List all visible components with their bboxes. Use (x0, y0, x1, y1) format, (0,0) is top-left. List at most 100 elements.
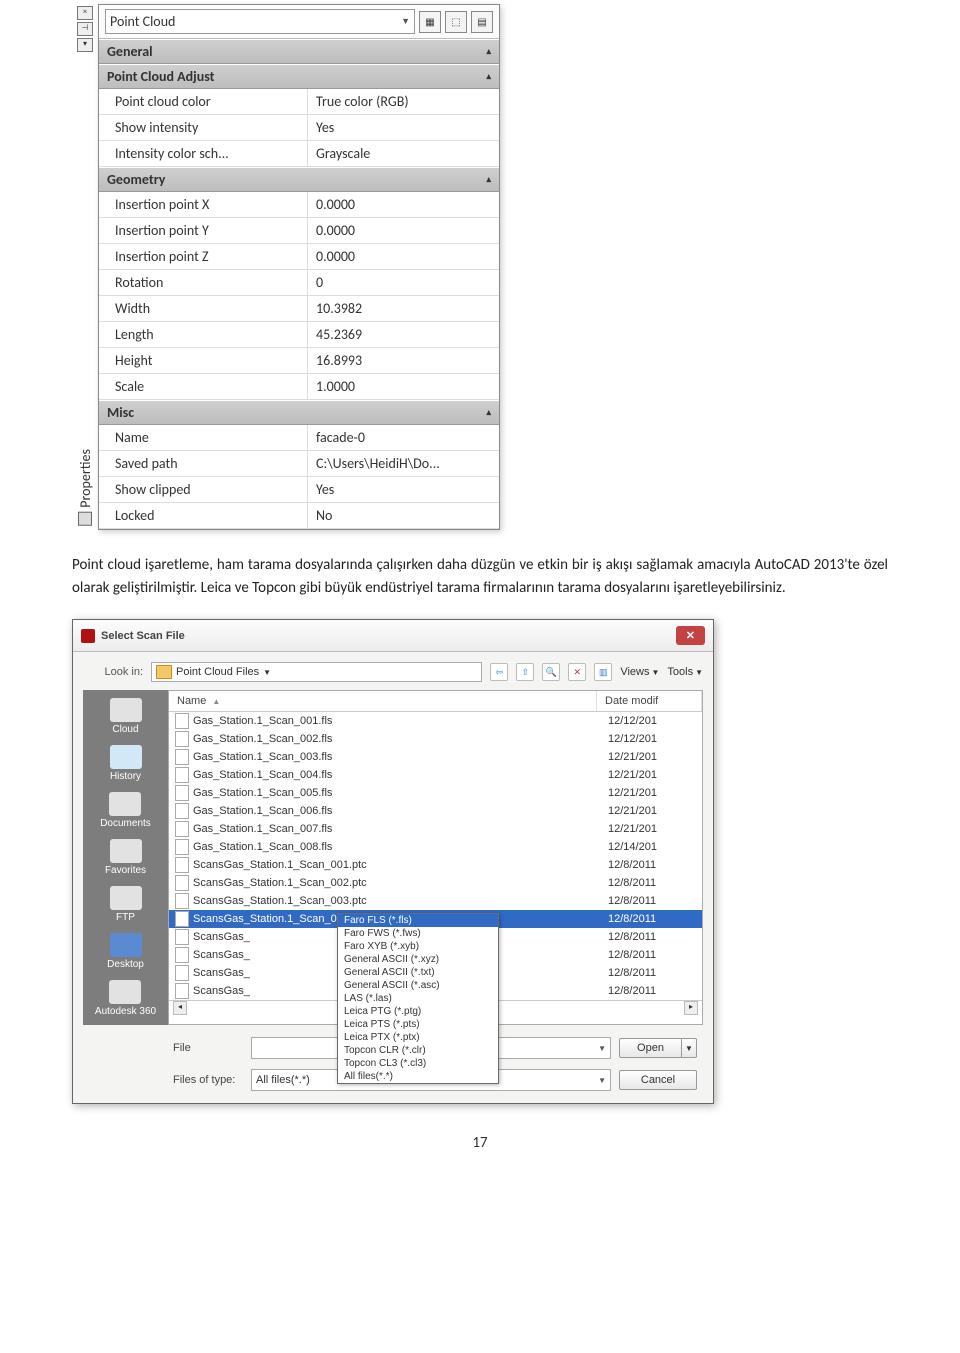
file-row[interactable]: ScansGas_Station.1_Scan_003.ptc12/8/2011 (169, 892, 702, 910)
section-header[interactable]: General▴ (99, 39, 499, 64)
file-row[interactable]: Gas_Station.1_Scan_001.fls12/12/201 (169, 712, 702, 730)
file-row[interactable]: Gas_Station.1_Scan_006.fls12/21/201 (169, 802, 702, 820)
file-row[interactable]: Gas_Station.1_Scan_007.fls12/21/201 (169, 820, 702, 838)
property-row[interactable]: Width10.3982 (99, 296, 499, 322)
places-item[interactable]: Documents (100, 792, 151, 829)
property-value[interactable]: Yes (307, 115, 499, 140)
file-type-option[interactable]: All files(*.*) (338, 1070, 498, 1083)
file-row[interactable]: Gas_Station.1_Scan_004.fls12/21/201 (169, 766, 702, 784)
file-row[interactable]: ScansGas_Station.1_Scan_001.ptc12/8/2011 (169, 856, 702, 874)
cancel-button[interactable]: Cancel (619, 1070, 697, 1090)
file-date: 12/8/2011 (608, 931, 696, 943)
property-value[interactable]: 16.8993 (307, 348, 499, 373)
property-value[interactable]: 10.3982 (307, 296, 499, 321)
col-date[interactable]: Date modif (605, 695, 658, 707)
close-button[interactable]: ✕ (676, 626, 705, 645)
property-value[interactable]: C:\Users\HeidiH\Do... (307, 451, 499, 476)
places-item[interactable]: FTP (110, 886, 142, 923)
place-label: Documents (100, 818, 151, 829)
new-folder-icon[interactable]: ▥ (594, 663, 612, 681)
tools-menu[interactable]: Tools▼ (667, 666, 703, 678)
property-row[interactable]: Saved pathC:\Users\HeidiH\Do... (99, 451, 499, 477)
file-type-option[interactable]: Topcon CL3 (*.cl3) (338, 1057, 498, 1070)
places-item[interactable]: Desktop (107, 933, 144, 970)
property-value[interactable]: facade-0 (307, 425, 499, 450)
file-row[interactable]: ScansGas_Station.1_Scan_002.ptc12/8/2011 (169, 874, 702, 892)
file-row[interactable]: Gas_Station.1_Scan_002.fls12/12/201 (169, 730, 702, 748)
views-menu[interactable]: Views▼ (620, 666, 659, 678)
object-type-select[interactable]: Point Cloud ▼ (105, 9, 415, 34)
property-row[interactable]: Show clippedYes (99, 477, 499, 503)
property-row[interactable]: Insertion point Z0.0000 (99, 244, 499, 270)
section-header[interactable]: Misc▴ (99, 400, 499, 425)
close-icon[interactable]: × (77, 6, 93, 20)
places-item[interactable]: Favorites (105, 839, 146, 876)
file-row[interactable]: Gas_Station.1_Scan_003.fls12/21/201 (169, 748, 702, 766)
pin-icon[interactable]: ⊣ (77, 22, 93, 36)
delete-icon[interactable]: ✕ (568, 663, 586, 681)
scroll-left-icon[interactable]: ◂ (173, 1001, 187, 1015)
open-button[interactable]: Open (619, 1038, 682, 1058)
file-list[interactable]: Name▲ Date modif Gas_Station.1_Scan_001.… (168, 690, 703, 1025)
dialog-title: Select Scan File (101, 630, 185, 642)
property-value[interactable]: 0 (307, 270, 499, 295)
property-row[interactable]: Insertion point X0.0000 (99, 192, 499, 218)
file-type-option[interactable]: General ASCII (*.asc) (338, 979, 498, 992)
property-value[interactable]: 0.0000 (307, 244, 499, 269)
file-type-option[interactable]: General ASCII (*.xyz) (338, 953, 498, 966)
file-row[interactable]: Gas_Station.1_Scan_005.fls12/21/201 (169, 784, 702, 802)
property-row[interactable]: LockedNo (99, 503, 499, 529)
property-value[interactable]: 1.0000 (307, 374, 499, 399)
file-type-option[interactable]: Leica PTX (*.ptx) (338, 1031, 498, 1044)
collapse-icon: ▴ (486, 174, 491, 185)
section-header[interactable]: Geometry▴ (99, 167, 499, 192)
file-date: 12/21/201 (608, 823, 696, 835)
property-row[interactable]: Height16.8993 (99, 348, 499, 374)
place-icon (109, 980, 141, 1004)
menu-icon[interactable]: ▾ (77, 38, 93, 52)
file-type-option[interactable]: Leica PTG (*.ptg) (338, 1005, 498, 1018)
property-row[interactable]: Intensity color sch...Grayscale (99, 141, 499, 167)
property-row[interactable]: Length45.2369 (99, 322, 499, 348)
up-icon[interactable]: ⇧ (516, 663, 534, 681)
file-type-option[interactable]: General ASCII (*.txt) (338, 966, 498, 979)
property-value[interactable]: True color (RGB) (307, 89, 499, 114)
select-objects-icon[interactable]: ⬚ (445, 11, 467, 33)
property-value[interactable]: 0.0000 (307, 218, 499, 243)
property-row[interactable]: Insertion point Y0.0000 (99, 218, 499, 244)
property-value[interactable]: Grayscale (307, 141, 499, 166)
property-row[interactable]: Rotation0 (99, 270, 499, 296)
property-value[interactable]: No (307, 503, 499, 528)
property-row[interactable]: Point cloud colorTrue color (RGB) (99, 89, 499, 115)
places-item[interactable]: History (110, 745, 142, 782)
property-row[interactable]: Namefacade-0 (99, 425, 499, 451)
places-item[interactable]: Autodesk 360 (95, 980, 156, 1017)
file-type-popup[interactable]: Faro FLS (*.fls)Faro FWS (*.fws)Faro XYB… (337, 913, 499, 1084)
property-row[interactable]: Show intensityYes (99, 115, 499, 141)
property-value[interactable]: Yes (307, 477, 499, 502)
open-split-icon[interactable]: ▼ (682, 1038, 697, 1058)
file-type-option[interactable]: Faro FWS (*.fws) (338, 927, 498, 940)
file-type-option[interactable]: Leica PTS (*.pts) (338, 1018, 498, 1031)
col-name[interactable]: Name (177, 695, 206, 707)
property-row[interactable]: Scale1.0000 (99, 374, 499, 400)
property-value[interactable]: 0.0000 (307, 192, 499, 217)
file-type-option[interactable]: Topcon CLR (*.clr) (338, 1044, 498, 1057)
back-icon[interactable]: ⇦ (490, 663, 508, 681)
property-label: Insertion point Y (99, 218, 307, 243)
file-type-option[interactable]: Faro XYB (*.xyb) (338, 940, 498, 953)
collapse-icon: ▴ (486, 407, 491, 418)
file-date: 12/8/2011 (608, 895, 696, 907)
file-row[interactable]: Gas_Station.1_Scan_008.fls12/14/201 (169, 838, 702, 856)
file-type-option[interactable]: LAS (*.las) (338, 992, 498, 1005)
file-type-option[interactable]: Faro FLS (*.fls) (338, 914, 498, 927)
quick-calc-icon[interactable]: ▤ (471, 11, 493, 33)
place-icon (110, 886, 142, 910)
scroll-right-icon[interactable]: ▸ (684, 1001, 698, 1015)
quick-select-icon[interactable]: ▦ (419, 11, 441, 33)
search-icon[interactable]: 🔍 (542, 663, 560, 681)
lookin-select[interactable]: Point Cloud Files ▼ (151, 662, 482, 682)
places-item[interactable]: Cloud (110, 698, 142, 735)
section-header[interactable]: Point Cloud Adjust▴ (99, 64, 499, 89)
property-value[interactable]: 45.2369 (307, 322, 499, 347)
